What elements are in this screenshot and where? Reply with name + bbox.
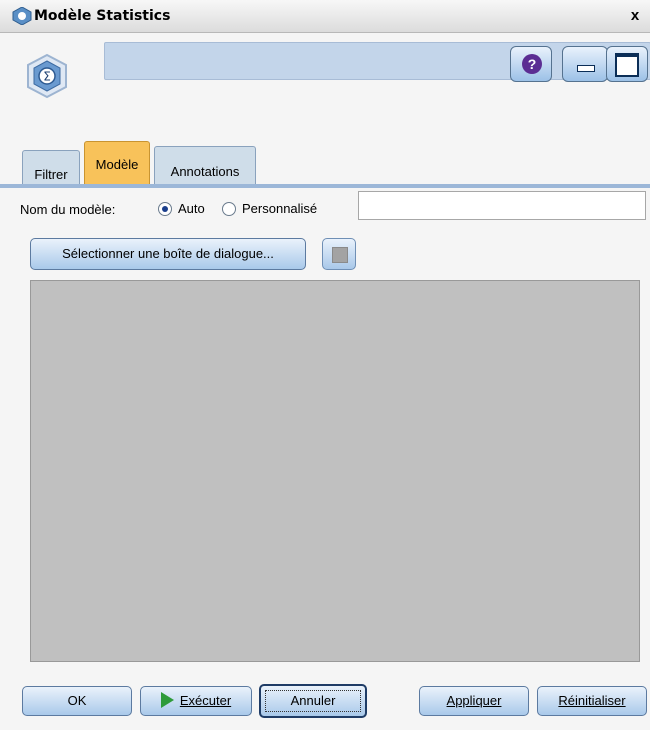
maximize-icon: [615, 53, 639, 77]
minimize-icon: [577, 65, 595, 72]
select-dialog-button[interactable]: Sélectionner une boîte de dialogue...: [30, 238, 306, 270]
play-icon: [160, 692, 174, 708]
close-icon: x: [630, 7, 640, 24]
tab-label: Annotations: [170, 164, 240, 179]
radio-personnalise-label[interactable]: Personnalisé: [242, 201, 317, 216]
apply-label: Appliquer: [446, 693, 502, 708]
apply-button[interactable]: Appliquer: [419, 686, 529, 716]
statistics-node-icon: [12, 7, 32, 25]
tab-modele[interactable]: Modèle: [84, 141, 150, 186]
model-name-input[interactable]: [358, 191, 646, 220]
maximize-button[interactable]: [606, 46, 648, 82]
radio-auto-label[interactable]: Auto: [178, 201, 205, 216]
tab-annotations[interactable]: Annotations: [154, 146, 256, 185]
cancel-button[interactable]: Annuler: [259, 684, 367, 718]
sigma-node-icon: Σ: [27, 53, 67, 99]
help-icon: ?: [522, 54, 542, 74]
grid-icon: [332, 247, 348, 263]
window-title: Modèle Statistics: [34, 8, 171, 24]
ok-button[interactable]: OK: [22, 686, 132, 716]
radio-personnalise[interactable]: [222, 202, 236, 216]
execute-button[interactable]: Exécuter: [140, 686, 252, 716]
reset-button[interactable]: Réinitialiser: [537, 686, 647, 716]
tab-label: Filtrer: [34, 167, 68, 182]
minimize-button[interactable]: [562, 46, 608, 82]
execute-label: Exécuter: [179, 693, 232, 708]
dialog-preview-area: [30, 280, 640, 662]
close-button[interactable]: x: [626, 8, 644, 26]
tab-label: Modèle: [95, 157, 139, 172]
focus-ring: [265, 690, 361, 712]
tab-filtrer[interactable]: Filtrer: [22, 150, 80, 185]
radio-auto[interactable]: [158, 202, 172, 216]
grid-button[interactable]: [322, 238, 356, 270]
help-button[interactable]: ?: [510, 46, 552, 82]
reset-label: Réinitialiser: [558, 693, 626, 708]
model-name-label: Nom du modèle:: [20, 202, 116, 217]
svg-text:Σ: Σ: [43, 70, 51, 84]
title-bar: Modèle Statistics x: [0, 0, 650, 33]
